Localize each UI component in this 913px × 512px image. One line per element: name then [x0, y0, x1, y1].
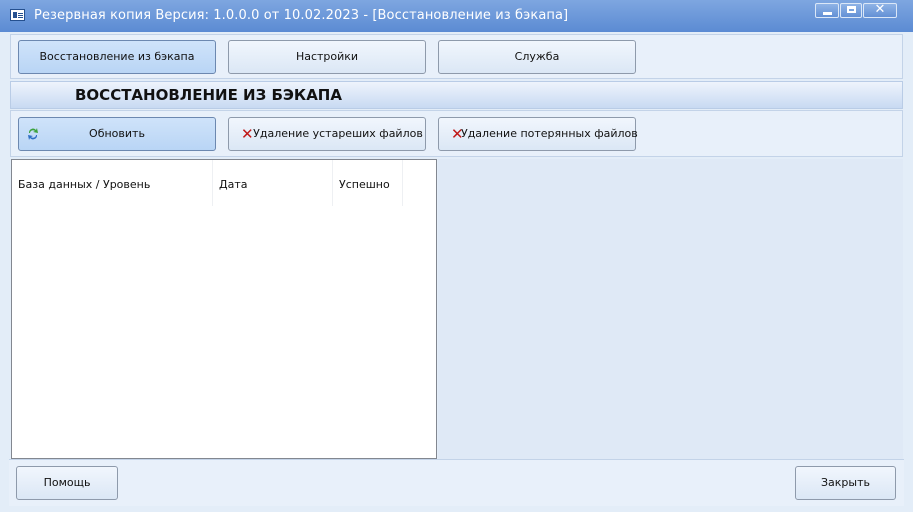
column-header-date[interactable]: Дата — [213, 160, 333, 206]
delete-old-files-label: Удаление устареших файлов — [253, 127, 423, 140]
tab-service[interactable]: Служба — [438, 40, 636, 74]
column-header-database-level[interactable]: База данных / Уровень — [12, 160, 213, 206]
footer-bar: Помощь Закрыть — [9, 459, 904, 506]
refresh-button-label: Обновить — [89, 127, 145, 140]
section-title: ВОССТАНОВЛЕНИЕ ИЗ БЭКАПА — [75, 86, 342, 104]
backup-list[interactable]: База данных / Уровень Дата Успешно — [11, 159, 437, 459]
title-bar[interactable]: Резервная копия Версия: 1.0.0.0 от 10.02… — [0, 0, 913, 32]
window-title: Резервная копия Версия: 1.0.0.0 от 10.02… — [34, 8, 569, 23]
close-button[interactable]: Закрыть — [795, 466, 896, 500]
details-area — [438, 159, 903, 459]
delete-lost-files-button[interactable]: ✕ Удаление потерянных файлов — [438, 117, 638, 151]
minimize-button[interactable] — [815, 3, 839, 18]
close-icon: ✕ — [874, 2, 886, 17]
column-header-success[interactable]: Успешно — [333, 160, 403, 206]
help-button[interactable]: Помощь — [16, 466, 118, 500]
close-window-button[interactable]: ✕ — [863, 2, 897, 18]
main-window: Резервная копия Версия: 1.0.0.0 от 10.02… — [0, 0, 913, 512]
tabs-panel: Восстановление из бэкапа Настройки Служб… — [10, 34, 903, 79]
toolbar-panel: Обновить ✕ Удаление устареших файлов ✕ У… — [10, 110, 903, 157]
delete-x-icon: ✕ — [241, 125, 254, 143]
tab-settings[interactable]: Настройки — [228, 40, 426, 74]
app-window-icon[interactable] — [10, 9, 25, 21]
delete-lost-files-label: Удаление потерянных файлов — [461, 127, 638, 140]
refresh-icon — [28, 128, 38, 140]
delete-x-icon: ✕ — [451, 125, 464, 143]
delete-old-files-button[interactable]: ✕ Удаление устареших файлов — [228, 117, 426, 151]
list-header: База данных / Уровень Дата Успешно — [12, 160, 436, 206]
tab-restore-backup[interactable]: Восстановление из бэкапа — [18, 40, 216, 74]
maximize-button[interactable] — [840, 3, 862, 18]
section-header: ВОССТАНОВЛЕНИЕ ИЗ БЭКАПА — [10, 81, 903, 109]
refresh-button[interactable]: Обновить — [18, 117, 216, 151]
